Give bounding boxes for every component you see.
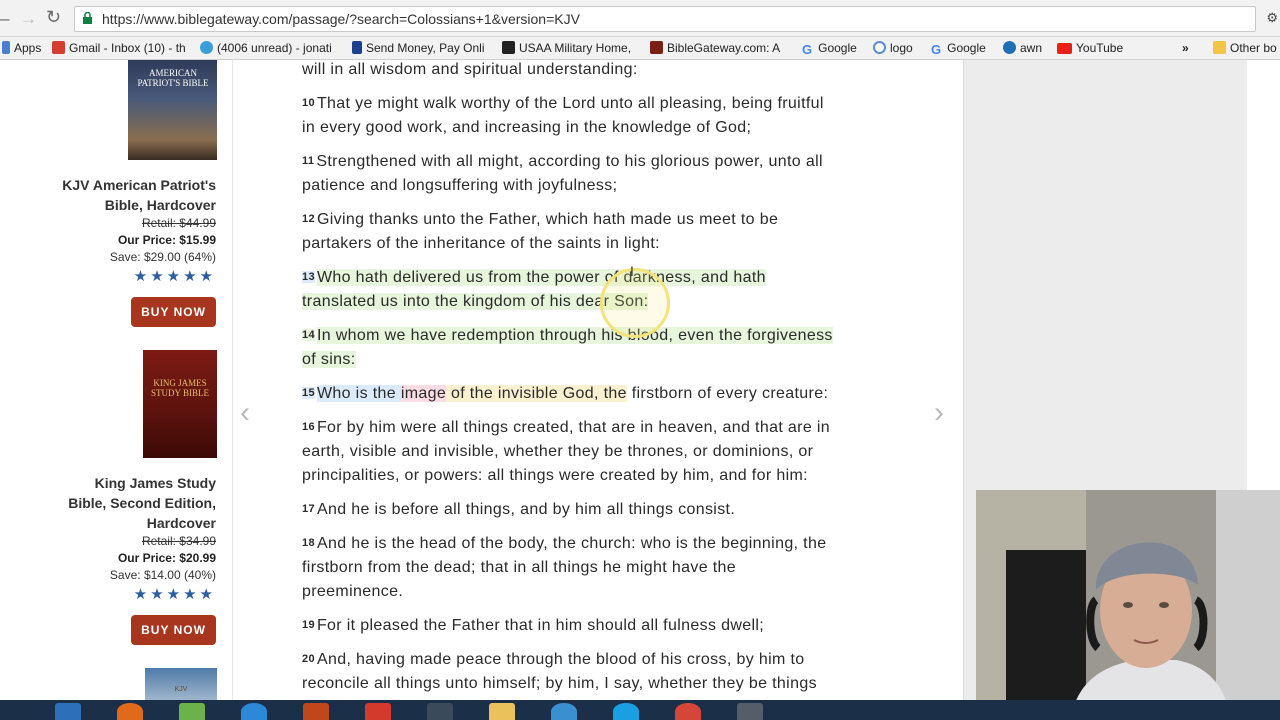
bookmark-youtube[interactable]: YouTube — [1057, 40, 1123, 56]
bookmark-gmail[interactable]: Gmail - Inbox (10) - th — [52, 40, 195, 56]
taskbar-app-icon[interactable] — [179, 703, 205, 720]
text-cursor-icon: I — [630, 263, 634, 279]
bookmark-usaa[interactable]: USAA Military Home, — [502, 40, 645, 56]
bookmark-biblegateway[interactable]: BibleGateway.com: A — [650, 40, 783, 56]
forward-arrow-icon[interactable]: → — [20, 9, 37, 29]
browser-toolbar: – → ↻ https://www.biblegateway.com/passa… — [0, 0, 1280, 37]
buy-now-button[interactable]: BUY NOW — [131, 297, 216, 327]
verse-11: 11 Strengthened with all might, according… — [302, 153, 823, 194]
verse-19: 19 For it pleased the Father that in him … — [302, 617, 765, 634]
product-american-patriots-bible: KJV American Patriot's Bible, Hardcover R… — [6, 175, 216, 327]
verse-10: 10 That ye might walk worthy of the Lord … — [302, 95, 824, 136]
verse-20: 20 And, having made peace through the blo… — [302, 651, 817, 692]
product-king-james-study-bible: King James Study Bible, Second Edition, Ha… — [6, 473, 216, 645]
verse-16: 16 For by him were all things created, th… — [302, 419, 831, 484]
webcam-overlay — [976, 490, 1280, 720]
verse-number[interactable]: 12 — [302, 213, 315, 225]
reload-icon[interactable]: ↻ — [46, 7, 61, 28]
google-icon: G — [802, 42, 813, 57]
taskbar — [0, 700, 1280, 720]
other-bookmarks[interactable]: Other bo — [1213, 40, 1277, 56]
globe-icon — [873, 41, 886, 54]
cover-title: AMERICAN PATRIOT'S BIBLE — [137, 68, 209, 88]
bookmark-awn[interactable]: awn — [1003, 40, 1042, 56]
product-title[interactable]: King James Study Bible, Second Edition, Ha… — [6, 473, 216, 533]
gmail-icon — [52, 41, 65, 54]
sidebar-divider — [232, 60, 233, 700]
apps-grid-icon — [2, 41, 10, 54]
firefox-icon[interactable] — [117, 703, 143, 720]
verse-number[interactable]: 19 — [302, 619, 315, 631]
google-icon: G — [931, 42, 942, 57]
bookmark-paypal[interactable]: Send Money, Pay Onli — [352, 40, 492, 56]
product-cover-third[interactable]: KJV — [145, 668, 217, 700]
back-arrow-icon[interactable]: – — [0, 9, 9, 29]
verse-number[interactable]: 18 — [302, 537, 315, 549]
verse-14: 14 In whom we have redemption through his… — [302, 327, 833, 368]
awn-icon — [1003, 41, 1016, 54]
taskbar-app-icon[interactable] — [427, 703, 453, 720]
our-price: Our Price: $15.99 — [117, 233, 216, 247]
yahoo-mail-icon — [200, 41, 213, 54]
folder-icon — [1213, 41, 1226, 54]
taskbar-app-icon[interactable] — [737, 703, 763, 720]
retail-price: Retail: $44.99 — [141, 216, 216, 230]
verse-number[interactable]: 11 — [302, 155, 314, 167]
product-cover-american-patriots-bible[interactable]: AMERICAN PATRIOT'S BIBLE — [128, 60, 217, 160]
lock-icon — [83, 12, 92, 24]
product-cover-king-james-study-bible[interactable]: KING JAMES STUDY BIBLE — [143, 350, 217, 458]
verse-number[interactable]: 16 — [302, 421, 315, 433]
rating-stars: ★★★★★ — [133, 268, 216, 285]
youtube-icon — [1057, 43, 1072, 54]
usaa-icon — [502, 41, 515, 54]
paypal-icon — [352, 41, 362, 54]
verse-number[interactable]: 10 — [302, 97, 315, 109]
address-bar[interactable]: https://www.biblegateway.com/passage/?se… — [74, 6, 1256, 32]
biblegateway-icon — [650, 41, 663, 54]
cover-title: KJV — [174, 686, 188, 693]
taskbar-app-icon[interactable] — [303, 703, 329, 720]
rating-stars: ★★★★★ — [133, 586, 216, 603]
product-title[interactable]: KJV American Patriot's Bible, Hardcover — [6, 175, 216, 215]
chrome-icon[interactable] — [675, 703, 701, 720]
verse-number[interactable]: 15 — [302, 387, 315, 399]
verse-number[interactable]: 14 — [302, 329, 315, 341]
previous-chapter-arrow-icon[interactable]: ‹ — [240, 396, 250, 430]
savings: Save: $29.00 (64%) — [109, 250, 216, 264]
verse-number[interactable]: 13 — [302, 271, 315, 283]
cover-title: KING JAMES STUDY BIBLE — [151, 378, 209, 398]
cursor-highlight-ring — [600, 268, 670, 338]
buy-now-button[interactable]: BUY NOW — [131, 615, 216, 645]
url-text: https://www.biblegateway.com/passage/?se… — [102, 11, 580, 27]
verse-9-continuation: will in all wisdom and spiritual underst… — [302, 61, 638, 78]
skype-icon[interactable] — [613, 703, 639, 720]
taskbar-app-icon[interactable] — [551, 703, 577, 720]
next-chapter-arrow-icon[interactable]: › — [934, 396, 944, 430]
sidebar-store: AMERICAN PATRIOT'S BIBLE KJV American Pa… — [0, 60, 232, 700]
verse-17: 17 And he is before all things, and by hi… — [302, 501, 736, 518]
taskbar-app-icon[interactable] — [365, 703, 391, 720]
verse-number[interactable]: 17 — [302, 503, 315, 515]
bookmark-google-2[interactable]: G Google — [931, 40, 986, 57]
verse-12: 12 Giving thanks unto the Father, which h… — [302, 211, 779, 252]
internet-explorer-icon[interactable] — [241, 703, 267, 720]
bookmark-logo[interactable]: logo — [873, 40, 913, 56]
extension-icon[interactable]: ⚙ — [1266, 10, 1278, 26]
bookmark-apps[interactable]: Apps — [2, 40, 41, 56]
webcam-person-image — [976, 490, 1280, 720]
our-price: Our Price: $20.99 — [117, 551, 216, 565]
retail-price: Retail: $34.99 — [141, 534, 216, 548]
bookmarks-more-button[interactable]: » — [1182, 40, 1189, 56]
verse-number[interactable]: 20 — [302, 653, 315, 665]
taskbar-app-icon[interactable] — [55, 703, 81, 720]
bookmarks-bar: Apps Gmail - Inbox (10) - th (4006 unrea… — [0, 37, 1280, 60]
savings: Save: $14.00 (40%) — [109, 568, 216, 582]
bookmark-google[interactable]: G Google — [802, 40, 857, 57]
verse-15: 15 Who is the image of the invisible God,… — [302, 385, 829, 402]
verse-18: 18 And he is the head of the body, the ch… — [302, 535, 827, 600]
file-explorer-icon[interactable] — [489, 703, 515, 720]
bookmark-yahoo-mail[interactable]: (4006 unread) - jonati — [200, 40, 337, 56]
